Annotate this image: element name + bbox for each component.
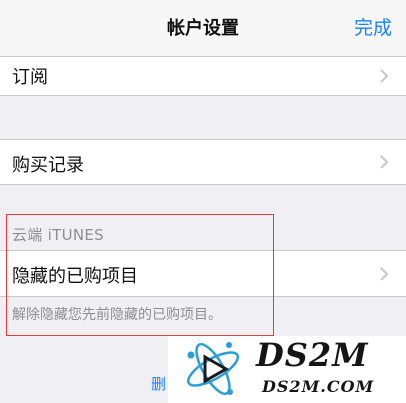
watermark-subtitle: DS2M.COM xyxy=(262,377,375,396)
purchase-history-row[interactable]: 购买记录 xyxy=(0,139,406,185)
navigation-bar: 帐户设置 完成 xyxy=(0,0,406,57)
highlight-annotation-box xyxy=(6,214,274,336)
atom-play-logo-icon xyxy=(186,342,240,396)
subscriptions-row[interactable]: 订阅 xyxy=(0,56,406,96)
watermark-title: DS2M xyxy=(256,336,369,374)
chevron-right-icon xyxy=(380,267,389,281)
chevron-right-icon xyxy=(380,155,389,169)
chevron-right-icon xyxy=(380,69,389,83)
watermark: DS2M DS2M.COM xyxy=(168,336,406,403)
done-button[interactable]: 完成 xyxy=(354,13,392,40)
page-title: 帐户设置 xyxy=(167,18,239,39)
remove-link-partial[interactable]: 删 xyxy=(151,373,166,394)
purchase-history-label: 购买记录 xyxy=(12,155,84,176)
subscriptions-label: 订阅 xyxy=(12,67,48,88)
